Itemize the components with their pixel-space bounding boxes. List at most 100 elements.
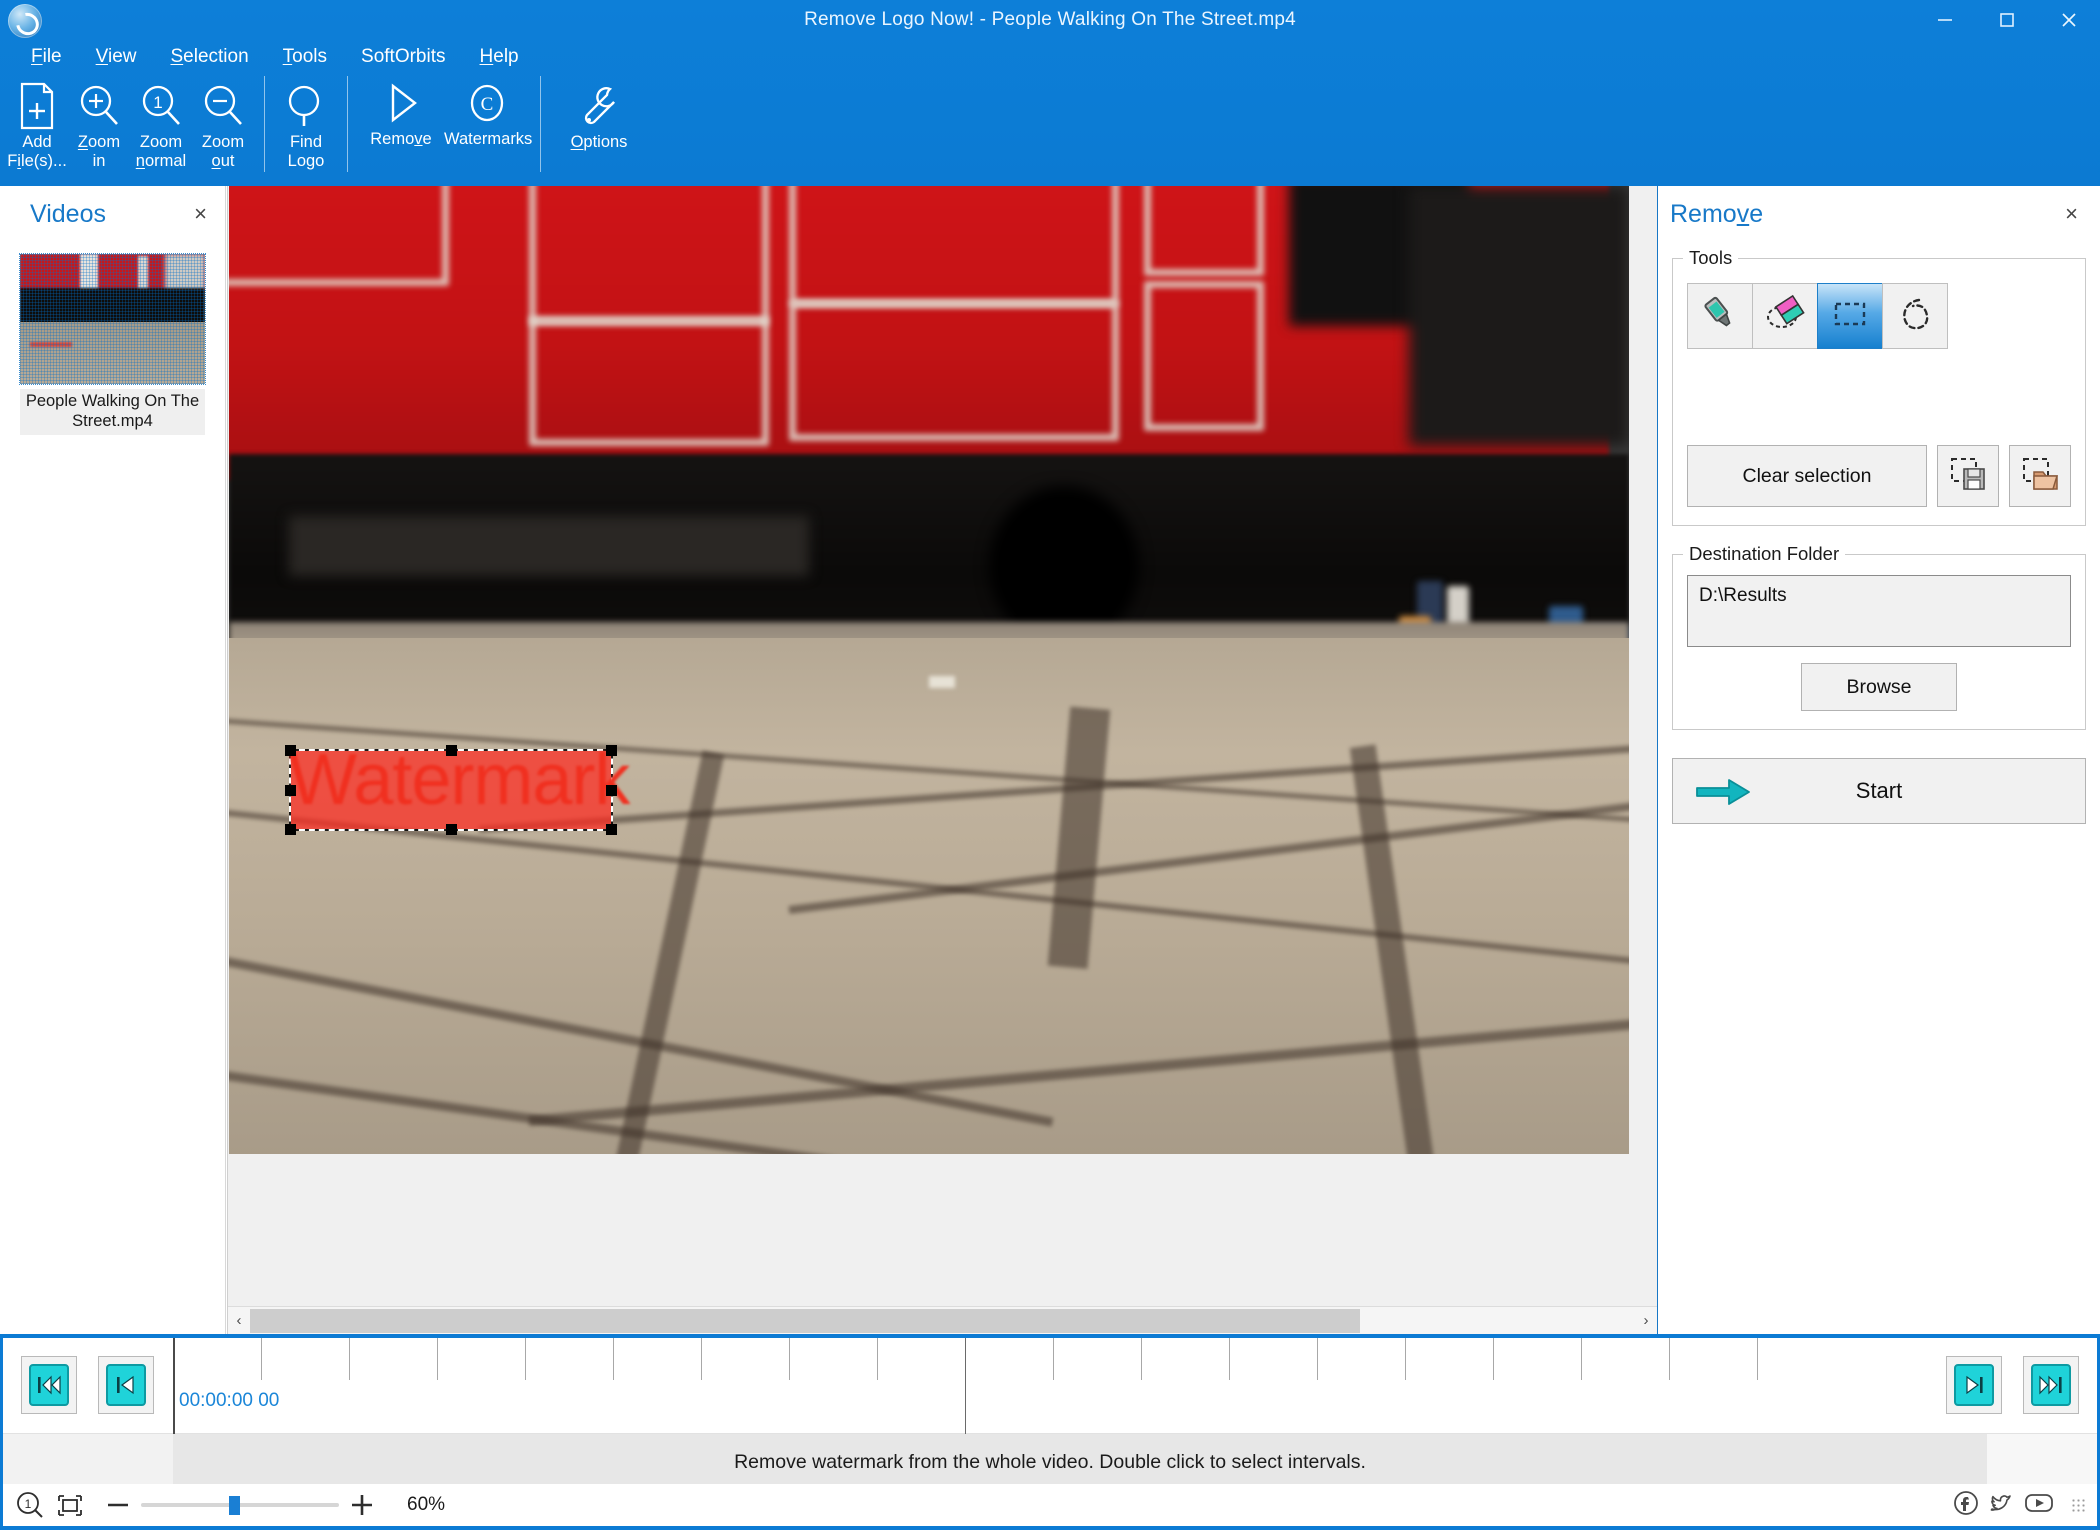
- play-triangle-icon[interactable]: [358, 76, 444, 130]
- scrollbar-thumb[interactable]: [250, 1308, 1360, 1333]
- menu-file[interactable]: FFileile: [14, 43, 79, 71]
- rectangle-select-tool-button[interactable]: [1817, 283, 1883, 349]
- timeline-playhead[interactable]: [173, 1338, 175, 1434]
- menu-view[interactable]: View: [79, 43, 154, 71]
- window-controls: [1914, 0, 2100, 40]
- selection-handle-w[interactable]: [285, 785, 296, 796]
- toolbar-add-files[interactable]: Add File(s)...: [6, 76, 68, 171]
- selection-handle-sw[interactable]: [285, 824, 296, 835]
- fit-to-window-icon[interactable]: [55, 1490, 85, 1520]
- toolbar-zoom-normal-label: Zoom normal: [135, 133, 187, 170]
- tools-spacer: [1687, 349, 2071, 445]
- watermark-selection[interactable]: Watermark: [285, 740, 630, 835]
- canvas-area: Watermark ‹ ›: [227, 186, 1657, 1334]
- list-item[interactable]: People Walking On The Street.mp4: [19, 253, 206, 435]
- videos-panel-header: Videos ×: [0, 186, 225, 242]
- minimize-button[interactable]: [1914, 0, 1976, 40]
- timeline-current-time: 00:00:00 00: [179, 1390, 280, 1411]
- scroll-left-icon[interactable]: ‹: [228, 1307, 250, 1335]
- application-window: Remove Logo Now! - People Walking On The…: [0, 0, 2100, 1530]
- step-back-button[interactable]: [98, 1356, 154, 1414]
- copyright-icon[interactable]: C: [444, 76, 530, 130]
- selection-handle-ne[interactable]: [606, 745, 617, 756]
- resize-grip-icon[interactable]: [2071, 1498, 2085, 1512]
- horizontal-scrollbar[interactable]: ‹ ›: [228, 1306, 1657, 1334]
- scroll-right-icon[interactable]: ›: [1635, 1307, 1657, 1335]
- marker-tool-button[interactable]: [1687, 283, 1753, 349]
- zoom-actual-size-icon[interactable]: 1: [15, 1490, 45, 1520]
- youtube-icon[interactable]: [2023, 1488, 2055, 1523]
- lasso-selection-icon: [1893, 292, 1937, 341]
- toolbar-remove-label: Remove: [370, 130, 432, 148]
- video-preview[interactable]: Watermark: [229, 186, 1629, 1154]
- zoom-slider-track: [141, 1503, 339, 1507]
- toolbar-separator-2: [347, 76, 348, 172]
- selection-handle-n[interactable]: [446, 745, 457, 756]
- rectangle-selection-icon: [1828, 292, 1872, 341]
- document-plus-icon: [10, 79, 64, 133]
- marker-pen-icon: [1698, 292, 1742, 341]
- clear-selection-button[interactable]: Clear selection: [1687, 445, 1927, 507]
- skip-to-end-icon: [2031, 1364, 2071, 1406]
- selection-actions-row: Clear selection: [1687, 445, 2071, 507]
- toolbar-options-label: Options: [570, 133, 628, 151]
- close-button[interactable]: [2038, 0, 2100, 40]
- toolbar-separator-1: [264, 76, 265, 172]
- title-bar: Remove Logo Now! - People Walking On The…: [0, 0, 2100, 40]
- menu-selection[interactable]: Selection: [153, 43, 265, 71]
- zoom-slider-knob[interactable]: [229, 1496, 240, 1515]
- menu-tools[interactable]: Tools: [266, 43, 344, 71]
- remove-panel-close-icon[interactable]: ×: [2065, 203, 2078, 225]
- twitter-icon[interactable]: [1987, 1488, 2017, 1523]
- menu-bar: FFileile View Selection Tools SoftOrbits…: [14, 42, 536, 72]
- toolbar-zoom-in[interactable]: Zoom in: [68, 76, 130, 171]
- toolbar-remove-watermarks-group: C Remove Watermarks: [358, 76, 533, 149]
- menu-softorbits[interactable]: SoftOrbits: [344, 43, 462, 71]
- toolbar-zoom-normal[interactable]: 1 Zoom normal: [130, 76, 192, 171]
- destination-folder-label: Destination Folder: [1683, 543, 1846, 565]
- toolbar-find-logo[interactable]: Find Logo: [275, 76, 337, 171]
- social-links: [1951, 1488, 2085, 1523]
- maximize-button[interactable]: [1976, 0, 2038, 40]
- videos-panel-close-icon[interactable]: ×: [194, 203, 207, 225]
- scrollbar-track[interactable]: [250, 1308, 1635, 1334]
- arrow-right-icon: [1695, 777, 1751, 812]
- eraser-tool-button[interactable]: [1752, 283, 1818, 349]
- svg-text:1: 1: [25, 1497, 32, 1511]
- load-selection-button[interactable]: [2009, 445, 2071, 507]
- selection-handle-e[interactable]: [606, 785, 617, 796]
- wrench-icon: [572, 79, 626, 133]
- toolbar-zoom-out-label: Zoom out: [201, 133, 245, 170]
- lasso-select-tool-button[interactable]: [1882, 283, 1948, 349]
- toolbar-options[interactable]: Options: [551, 76, 647, 152]
- selection-handle-se[interactable]: [606, 824, 617, 835]
- remove-panel: Remove × Tools Clear selection Destinati…: [1657, 186, 2100, 1334]
- zoom-out-button[interactable]: [105, 1495, 131, 1515]
- zoom-slider[interactable]: [141, 1495, 339, 1515]
- save-selection-button[interactable]: [1937, 445, 1999, 507]
- toolbar-watermarks-label: Watermarks: [444, 130, 533, 148]
- video-thumbnail[interactable]: [19, 253, 206, 385]
- toolbar: Add File(s)... Zoom in 1 Zoom normal Zoo…: [6, 76, 647, 182]
- facebook-icon[interactable]: [1951, 1488, 1981, 1523]
- timeline-ruler[interactable]: [173, 1338, 1997, 1434]
- tool-buttons-row: [1687, 283, 2071, 349]
- skip-to-start-button[interactable]: [21, 1356, 77, 1414]
- browse-button[interactable]: Browse: [1801, 663, 1957, 711]
- magnifier-one-icon: 1: [134, 79, 188, 133]
- zoom-level-value: 60%: [407, 1494, 446, 1515]
- menu-help[interactable]: Help: [463, 43, 536, 71]
- destination-folder-input[interactable]: D:\Results: [1687, 575, 2071, 647]
- tools-group: Tools Clear selection: [1672, 247, 2086, 526]
- start-button[interactable]: Start: [1672, 758, 2086, 824]
- window-title: Remove Logo Now! - People Walking On The…: [804, 9, 1296, 30]
- zoom-in-button[interactable]: [349, 1492, 375, 1518]
- load-selection-icon: [2019, 453, 2061, 500]
- selection-handle-s[interactable]: [446, 824, 457, 835]
- skip-to-end-button[interactable]: [2023, 1356, 2079, 1414]
- selection-handle-nw[interactable]: [285, 745, 296, 756]
- tools-group-label: Tools: [1683, 247, 1739, 269]
- toolbar-zoom-out[interactable]: Zoom out: [192, 76, 254, 171]
- timeline-status-left: [3, 1434, 173, 1490]
- videos-panel-title: Videos: [30, 199, 106, 228]
